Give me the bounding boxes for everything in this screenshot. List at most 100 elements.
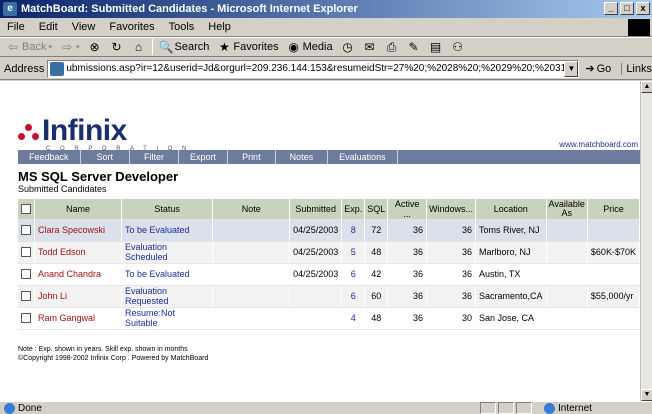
nav-notes[interactable]: Notes — [276, 150, 329, 164]
candidate-status[interactable]: Evaluation Requested — [121, 285, 214, 308]
nav-export[interactable]: Export — [179, 150, 229, 164]
candidate-submitted — [289, 307, 343, 330]
candidate-sql: 48 — [364, 241, 389, 264]
status-panel — [498, 402, 514, 414]
minimize-button[interactable]: _ — [604, 2, 618, 15]
vertical-scrollbar[interactable]: ▲ ▼ — [640, 81, 652, 401]
address-dropdown-icon[interactable]: ▼ — [564, 60, 579, 77]
candidate-available — [546, 285, 588, 308]
col-status[interactable]: Status — [121, 199, 214, 219]
col-price[interactable]: Price — [587, 199, 640, 219]
scroll-up-icon[interactable]: ▲ — [641, 81, 652, 93]
candidate-active: 36 — [387, 219, 427, 242]
forward-arrow-icon: ⇨ — [61, 40, 73, 54]
nav-filter[interactable]: Filter — [130, 150, 180, 164]
col-sql[interactable]: SQL — [364, 199, 389, 219]
col-submitted[interactable]: Submitted — [289, 199, 343, 219]
candidate-windows: 36 — [426, 263, 477, 286]
row-checkbox[interactable] — [21, 225, 31, 236]
candidates-table: Name Status Note Submitted Exp. SQL Acti… — [18, 199, 640, 330]
table-row[interactable]: Clara Specowski To be Evaluated 04/25/20… — [18, 219, 640, 242]
footnote-copyright: ©Copyright 1998-2002 Infinix Corp . Powe… — [18, 355, 209, 362]
candidate-exp[interactable]: 5 — [341, 241, 366, 264]
table-row[interactable]: Todd Edson Evaluation Scheduled 04/25/20… — [18, 241, 640, 264]
candidate-name[interactable]: Anand Chandra — [34, 263, 122, 286]
row-checkbox[interactable] — [21, 291, 31, 302]
candidate-name[interactable]: Clara Specowski — [34, 219, 122, 242]
refresh-button[interactable]: ↻ — [108, 40, 126, 54]
table-row[interactable]: Anand Chandra To be Evaluated 04/25/2003… — [18, 263, 640, 286]
row-checkbox[interactable] — [21, 313, 31, 324]
status-done: Done — [0, 402, 480, 414]
candidate-name[interactable]: Todd Edson — [34, 241, 122, 264]
candidate-note — [212, 307, 291, 330]
row-checkbox-cell — [18, 219, 35, 242]
menu-favorites[interactable]: Favorites — [102, 21, 161, 33]
col-note[interactable]: Note — [212, 199, 291, 219]
go-button[interactable]: ➜ Go — [585, 62, 611, 76]
nav-sort[interactable]: Sort — [81, 150, 131, 164]
candidate-status[interactable]: Evaluation Scheduled — [121, 241, 214, 264]
favorites-button[interactable]: ★ Favorites — [215, 40, 280, 54]
mail-icon: ✉ — [364, 40, 375, 54]
candidate-status[interactable]: To be Evaluated — [121, 263, 214, 286]
candidate-exp[interactable]: 4 — [341, 307, 366, 330]
candidate-name[interactable]: Ram Gangwal — [34, 307, 122, 330]
col-name[interactable]: Name — [34, 199, 122, 219]
messenger-button[interactable]: ⚇ — [449, 40, 467, 54]
menu-view[interactable]: View — [65, 21, 103, 33]
candidate-name[interactable]: John Li — [34, 285, 122, 308]
home-button[interactable]: ⌂ — [130, 40, 148, 54]
menu-tools[interactable]: Tools — [162, 21, 202, 33]
col-windows[interactable]: Windows... — [426, 199, 477, 219]
select-all-checkbox[interactable] — [21, 204, 31, 215]
menu-edit[interactable]: Edit — [32, 21, 65, 33]
address-bar: Address ubmissions.asp?ir=12&userid=Jd&o… — [0, 58, 652, 80]
nav-print[interactable]: Print — [228, 150, 276, 164]
candidate-price — [587, 263, 640, 286]
candidate-exp[interactable]: 8 — [341, 219, 366, 242]
row-checkbox[interactable] — [21, 269, 31, 280]
matchboard-link[interactable]: www.matchboard.com — [559, 140, 638, 149]
candidate-available — [546, 219, 588, 242]
forward-button[interactable]: ⇨ ▾ — [58, 40, 82, 54]
nav-evaluations[interactable]: Evaluations — [328, 150, 398, 164]
links-button[interactable]: Links — [621, 62, 652, 75]
col-exp[interactable]: Exp. — [341, 199, 366, 219]
col-location[interactable]: Location — [475, 199, 547, 219]
search-button[interactable]: 🔍 Search — [157, 40, 212, 54]
page-content: Infinix C O R P O R A T I O N www.matchb… — [0, 81, 640, 401]
candidate-status[interactable]: Resume:Not Suitable — [121, 307, 214, 330]
col-active[interactable]: Active ... — [387, 199, 427, 219]
table-row[interactable]: John Li Evaluation Requested 6 60 36 36 … — [18, 285, 640, 308]
scroll-down-icon[interactable]: ▼ — [641, 389, 652, 401]
back-button[interactable]: ⇦ Back ▾ — [4, 40, 54, 54]
media-button[interactable]: ◉ Media — [285, 40, 335, 54]
row-checkbox-cell — [18, 285, 35, 308]
menu-help[interactable]: Help — [201, 21, 238, 33]
row-checkbox-cell — [18, 241, 35, 264]
candidate-price: $55,000/yr — [587, 285, 640, 308]
nav-feedback[interactable]: Feedback — [18, 150, 81, 164]
discuss-button[interactable]: ▤ — [427, 40, 445, 54]
address-input[interactable]: ubmissions.asp?ir=12&userid=Jd&orgurl=20… — [47, 59, 580, 78]
candidate-status[interactable]: To be Evaluated — [121, 219, 214, 242]
close-button[interactable]: x — [636, 2, 650, 15]
candidate-windows: 36 — [426, 219, 477, 242]
history-button[interactable]: ◷ — [339, 40, 357, 54]
maximize-button[interactable]: □ — [620, 2, 634, 15]
candidate-available — [546, 263, 588, 286]
print-button[interactable]: ⎙ — [383, 40, 401, 54]
candidate-active: 36 — [387, 307, 427, 330]
candidate-active: 36 — [387, 263, 427, 286]
row-checkbox[interactable] — [21, 247, 31, 258]
candidate-exp[interactable]: 6 — [341, 263, 366, 286]
stop-button[interactable]: ⊗ — [86, 40, 104, 54]
edit-button[interactable]: ✎ — [405, 40, 423, 54]
table-row[interactable]: Ram Gangwal Resume:Not Suitable 4 48 36 … — [18, 307, 640, 330]
menu-file[interactable]: File — [0, 21, 32, 33]
col-available[interactable]: Available As — [546, 199, 588, 219]
mail-button[interactable]: ✉ — [361, 40, 379, 54]
search-icon: 🔍 — [158, 40, 174, 54]
candidate-exp[interactable]: 6 — [341, 285, 366, 308]
